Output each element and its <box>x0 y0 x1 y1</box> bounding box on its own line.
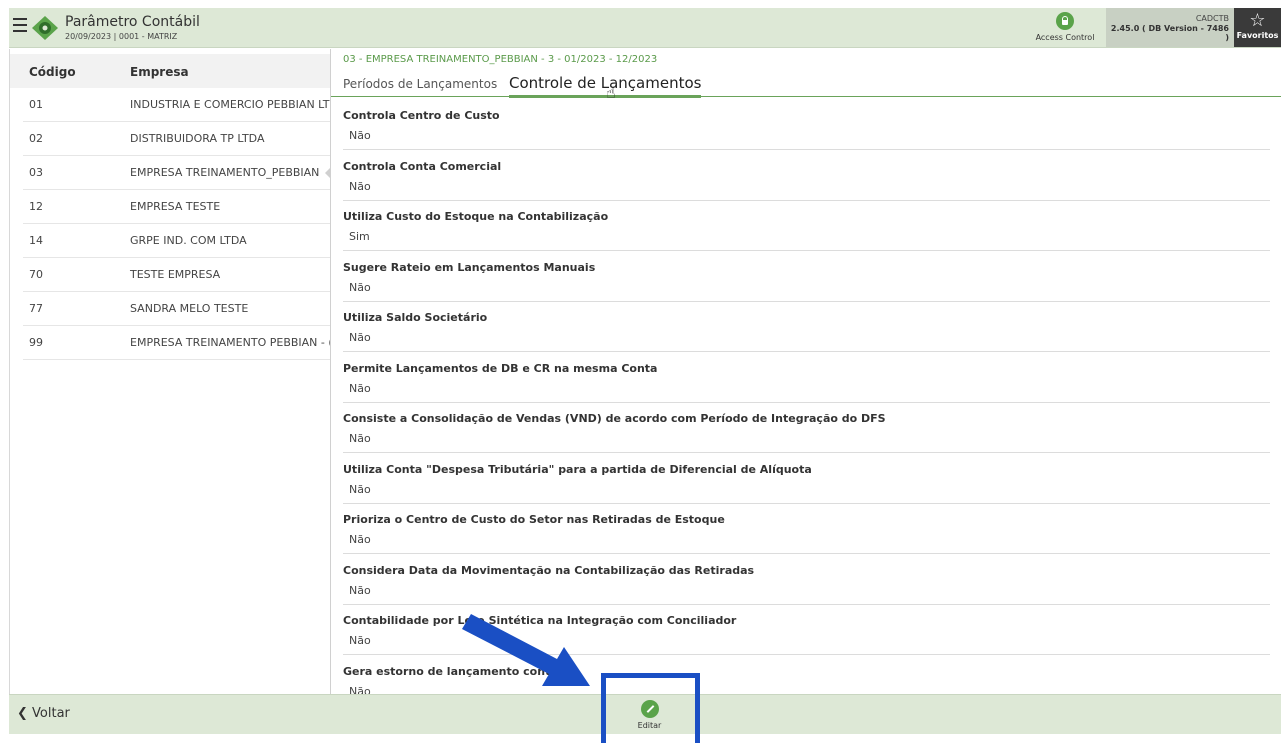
grid-header: Código Empresa <box>10 54 330 88</box>
field-value: Não <box>349 381 371 395</box>
field-value: Não <box>349 583 371 597</box>
field-label: Utiliza Saldo Societário <box>343 311 488 324</box>
field-item: Utiliza Saldo Societário Não <box>343 309 1270 360</box>
back-button[interactable]: ❮ Voltar <box>17 706 70 721</box>
version-text: 2.45.0 ( DB Version - 7486 ) <box>1110 24 1229 42</box>
table-row-selected[interactable]: 03 EMPRESA TREINAMENTO_PEBBIAN <box>23 156 330 190</box>
divider <box>343 300 1270 302</box>
divider <box>343 553 1270 554</box>
field-label: Utiliza Custo do Estoque na Contabilizaç… <box>343 210 609 223</box>
field-item: Utiliza Conta "Despesa Tributária" para … <box>343 461 1270 512</box>
lock-icon <box>1056 12 1074 30</box>
divider <box>343 502 1270 504</box>
field-value: Sim <box>349 230 370 243</box>
row-company: INDUSTRIA E COMERCIO PEBBIAN LT <box>130 98 330 111</box>
field-item: Controla Conta Comercial Não <box>343 158 1270 209</box>
field-value: Não <box>349 533 371 546</box>
table-row[interactable]: 77 SANDRA MELO TESTE <box>23 292 330 326</box>
field-item: Sugere Rateio em Lançamentos Manuais Não <box>343 259 1270 310</box>
divider <box>343 603 1270 605</box>
favorites-button[interactable]: ☆ Favoritos <box>1234 8 1281 47</box>
page-title: Parâmetro Contábil <box>65 14 200 30</box>
field-item: Consiste a Consolidação de Vendas (VND) … <box>343 410 1270 461</box>
field-label: Controla Centro de Custo <box>343 109 500 122</box>
field-item: Permite Lançamentos de DB e CR na mesma … <box>343 360 1270 411</box>
annotation-highlight-box <box>601 673 700 743</box>
row-company: TESTE EMPRESA <box>130 268 221 281</box>
divider <box>343 401 1270 403</box>
column-header-company[interactable]: Empresa <box>130 65 189 79</box>
annotation-arrow-icon <box>462 614 590 686</box>
field-item: Considera Data da Movimentação na Contab… <box>343 562 1270 613</box>
row-company: EMPRESA TREINAMENTO PEBBIAN - ( <box>130 336 331 349</box>
field-item: Prioriza o Centro de Custo do Setor nas … <box>343 511 1270 562</box>
field-value: Não <box>349 129 371 142</box>
version-info: CADCTB 2.45.0 ( DB Version - 7486 ) <box>1106 8 1234 47</box>
field-label: Sugere Rateio em Lançamentos Manuais <box>343 260 596 274</box>
row-company: GRPE IND. COM LTDA <box>130 234 247 247</box>
access-control-label: Access Control <box>1035 33 1095 42</box>
field-item: Utiliza Custo do Estoque na Contabilizaç… <box>343 208 1270 259</box>
field-value: Não <box>349 280 371 294</box>
field-label: Permite Lançamentos de DB e CR na mesma … <box>343 361 658 375</box>
hamburger-menu-icon[interactable] <box>13 18 27 32</box>
table-row[interactable]: 12 EMPRESA TESTE <box>23 190 330 224</box>
tab-bar: Períodos de Lançamentos Controle de Lanç… <box>331 71 1281 102</box>
field-value: Não <box>349 684 371 695</box>
chevron-left-icon: ❮ <box>17 706 28 721</box>
field-value: Não <box>349 331 371 344</box>
program-code: CADCTB <box>1195 14 1229 23</box>
column-header-code[interactable]: Código <box>29 65 76 79</box>
row-company: SANDRA MELO TESTE <box>130 302 249 315</box>
detail-panel: 03 - EMPRESA TREINAMENTO_PEBBIAN - 3 - 0… <box>331 49 1281 694</box>
row-code: 14 <box>29 234 43 247</box>
grid-rows: 01 INDUSTRIA E COMERCIO PEBBIAN LT 02 DIST… <box>23 88 331 360</box>
field-value: Não <box>349 634 371 647</box>
divider <box>343 149 1270 150</box>
table-row[interactable]: 70 TESTE EMPRESA <box>23 258 330 292</box>
divider <box>343 250 1270 251</box>
field-value: Não <box>349 432 371 445</box>
row-code: 70 <box>29 268 43 281</box>
app-header: Parâmetro Contábil 20/09/2023 | 0001 - M… <box>9 8 1281 48</box>
page-subtitle: 20/09/2023 | 0001 - MATRIZ <box>65 32 178 41</box>
row-company: EMPRESA TREINAMENTO_PEBBIAN <box>130 166 320 179</box>
access-control-button[interactable]: Access Control <box>1030 12 1100 42</box>
row-code: 03 <box>29 166 43 179</box>
field-label: Consiste a Consolidação de Vendas (VND) … <box>343 412 886 425</box>
field-item: Controla Centro de Custo Não <box>343 107 1270 158</box>
table-row[interactable]: 99 EMPRESA TREINAMENTO PEBBIAN - ( <box>23 326 331 360</box>
field-value: Não <box>349 482 371 496</box>
table-row[interactable]: 14 GRPE IND. COM LTDA <box>23 224 330 258</box>
field-label: Utiliza Conta "Despesa Tributária" para … <box>343 462 812 476</box>
row-code: 02 <box>29 132 43 145</box>
table-row[interactable]: 01 INDUSTRIA E COMERCIO PEBBIAN LT <box>23 88 330 122</box>
company-grid: Código Empresa 01 INDUSTRIA E COMERCIO PE… <box>9 49 331 694</box>
row-code: 99 <box>29 336 43 349</box>
favorites-label: Favoritos <box>1236 31 1279 40</box>
tab-periodos-lancamentos[interactable]: Períodos de Lançamentos <box>343 77 497 91</box>
context-breadcrumb: 03 - EMPRESA TREINAMENTO_PEBBIAN - 3 - 0… <box>343 54 658 65</box>
star-icon: ☆ <box>1249 10 1266 31</box>
field-label: Controla Conta Comercial <box>343 159 502 173</box>
row-company: DISTRIBUIDORA TP LTDA <box>130 132 265 145</box>
divider <box>343 452 1270 453</box>
field-label: Considera Data da Movimentação na Contab… <box>343 563 755 577</box>
field-value: Não <box>349 179 371 193</box>
table-row[interactable]: 02 DISTRIBUIDORA TP LTDA <box>23 122 330 156</box>
divider <box>343 351 1270 352</box>
row-company: EMPRESA TESTE <box>130 200 221 213</box>
field-label: Prioriza o Centro de Custo do Setor nas … <box>343 513 725 526</box>
hand-cursor-icon: ☝ <box>606 83 616 102</box>
row-code: 77 <box>29 302 43 315</box>
row-code: 01 <box>29 98 43 111</box>
gear-logo-icon <box>32 16 58 40</box>
back-label: Voltar <box>32 706 70 721</box>
row-code: 12 <box>29 200 43 213</box>
field-list: Controla Centro de Custo Não Controla Con… <box>343 107 1270 694</box>
divider <box>343 199 1270 201</box>
